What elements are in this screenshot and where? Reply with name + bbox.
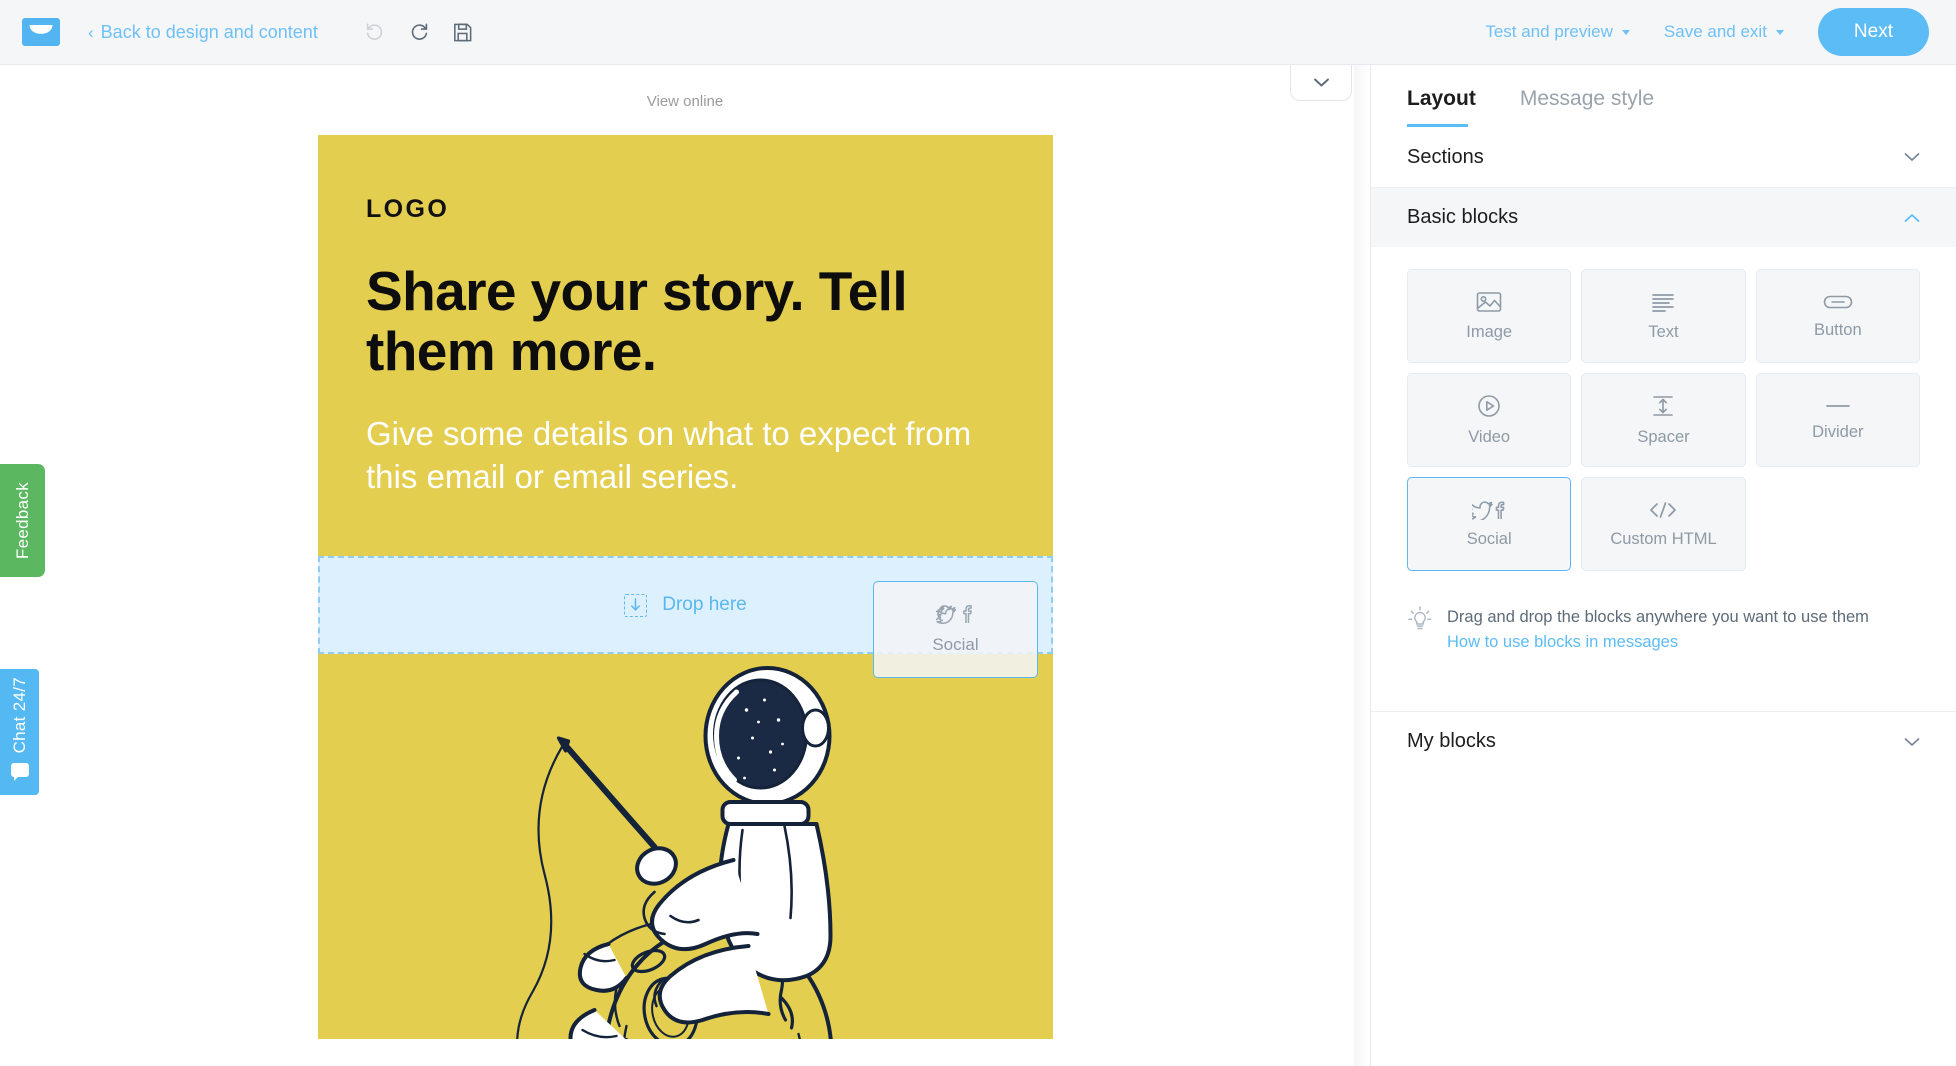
- next-button[interactable]: Next: [1817, 8, 1929, 56]
- image-icon: [1476, 291, 1502, 312]
- history-toolbar: [362, 19, 476, 45]
- button-pill-icon: [1823, 295, 1853, 308]
- accordion-basic-blocks[interactable]: Basic blocks: [1371, 187, 1956, 247]
- accordion-sections-label: Sections: [1407, 145, 1484, 168]
- block-card-divider[interactable]: Divider: [1755, 373, 1920, 467]
- redo-icon[interactable]: [406, 19, 432, 45]
- email-logo-text: LOGO: [366, 195, 450, 223]
- basic-blocks-grid: Image Text Button Video Spacer Divider S…: [1407, 269, 1920, 571]
- blocks-hint: Drag and drop the blocks anywhere you wa…: [1407, 605, 1920, 711]
- social-icon: [1472, 500, 1505, 520]
- text-lines-icon: [1652, 293, 1675, 312]
- drop-arrow-icon: [624, 593, 648, 617]
- email-preview: LOGO Share your story. Tell them more. G…: [318, 135, 1053, 1039]
- block-label-spacer: Spacer: [1637, 427, 1690, 446]
- block-label-image: Image: [1466, 322, 1513, 341]
- astronaut-fishing-on-moon-illustration: [318, 654, 1053, 1039]
- block-card-button[interactable]: Button: [1755, 269, 1920, 363]
- collapse-panel-toggle[interactable]: [1290, 65, 1352, 101]
- block-label-social: Social: [1466, 529, 1512, 548]
- drop-zone-label: Drop here: [662, 594, 747, 615]
- envelope-logo-icon[interactable]: [22, 18, 60, 46]
- chevron-down-icon: [1904, 153, 1920, 161]
- block-label-custom-html: Custom HTML: [1610, 529, 1717, 548]
- block-card-text[interactable]: Text: [1581, 269, 1746, 363]
- chat-tab-label: Chat 24/7: [9, 677, 29, 754]
- chevron-up-icon: [1904, 213, 1920, 222]
- chat-bubble-icon: [10, 762, 29, 781]
- block-label-button: Button: [1813, 320, 1862, 339]
- email-builder-app: ‹ Back to design and content Test and pr…: [0, 0, 1956, 1066]
- blocks-hint-text: Drag and drop the blocks anywhere you wa…: [1447, 608, 1869, 626]
- play-circle-icon: [1478, 394, 1500, 417]
- accordion-my-blocks-label: My blocks: [1407, 730, 1496, 753]
- email-headline: Share your story. Tell them more.: [366, 260, 908, 382]
- save-and-exit-menu[interactable]: Save and exit: [1664, 22, 1784, 42]
- tab-message-style[interactable]: Message style: [1520, 87, 1654, 127]
- accordion-sections[interactable]: Sections: [1371, 127, 1956, 187]
- block-label-text: Text: [1648, 322, 1679, 341]
- test-and-preview-menu[interactable]: Test and preview: [1485, 22, 1630, 42]
- block-card-spacer[interactable]: Spacer: [1581, 373, 1746, 467]
- chevron-down-icon: [1775, 29, 1784, 35]
- drop-zone[interactable]: Drop here: [318, 556, 1053, 654]
- email-subtext: Give some details on what to expect from…: [366, 414, 972, 496]
- email-illustration-section[interactable]: [318, 654, 1053, 1039]
- chevron-down-icon: [1313, 78, 1329, 87]
- block-card-custom-html[interactable]: Custom HTML: [1581, 477, 1746, 571]
- lightbulb-icon: [1408, 606, 1432, 630]
- basic-blocks-body: Image Text Button Video Spacer Divider S…: [1371, 247, 1956, 712]
- feedback-tab[interactable]: Feedback: [0, 464, 45, 577]
- accordion-my-blocks[interactable]: My blocks: [1371, 711, 1956, 771]
- topbar-actions: Test and preview Save and exit Next: [1485, 8, 1929, 56]
- block-label-video: Video: [1468, 427, 1511, 446]
- undo-icon[interactable]: [362, 19, 388, 45]
- feedback-tab-label: Feedback: [12, 481, 32, 560]
- back-chevron-icon: ‹: [88, 22, 94, 42]
- tab-layout[interactable]: Layout: [1407, 87, 1476, 127]
- block-label-divider: Divider: [1812, 422, 1864, 441]
- blocks-hint-text-wrap: Drag and drop the blocks anywhere you wa…: [1447, 605, 1869, 655]
- block-card-video[interactable]: Video: [1407, 373, 1572, 467]
- blocks-panel: Layout Message style Sections Basic bloc…: [1370, 65, 1956, 1066]
- save-and-exit-label: Save and exit: [1663, 22, 1767, 41]
- block-card-image[interactable]: Image: [1407, 269, 1572, 363]
- chevron-down-icon: [1621, 29, 1630, 35]
- email-hero-section[interactable]: LOGO Share your story. Tell them more. G…: [318, 135, 1053, 556]
- block-card-social[interactable]: Social: [1407, 477, 1572, 571]
- email-canvas: View online LOGO Share your story. Tell …: [0, 65, 1370, 1066]
- spacer-arrows-icon: [1653, 395, 1674, 416]
- view-online-label[interactable]: View online: [0, 93, 1370, 110]
- chevron-down-icon: [1904, 737, 1920, 746]
- panel-tab-bar: Layout Message style: [1371, 65, 1956, 127]
- save-floppy-icon[interactable]: [450, 19, 476, 45]
- back-link-label: Back to design and content: [100, 21, 318, 42]
- test-and-preview-label: Test and preview: [1485, 22, 1613, 41]
- top-toolbar: ‹ Back to design and content Test and pr…: [0, 0, 1956, 65]
- chat-tab[interactable]: Chat 24/7: [0, 666, 42, 798]
- accordion-basic-blocks-label: Basic blocks: [1407, 206, 1519, 228]
- code-brackets-icon: [1650, 501, 1677, 518]
- how-to-use-blocks-link[interactable]: How to use blocks in messages: [1447, 630, 1869, 655]
- divider-line-icon: [1825, 404, 1850, 407]
- back-to-design-link[interactable]: ‹ Back to design and content: [88, 22, 318, 43]
